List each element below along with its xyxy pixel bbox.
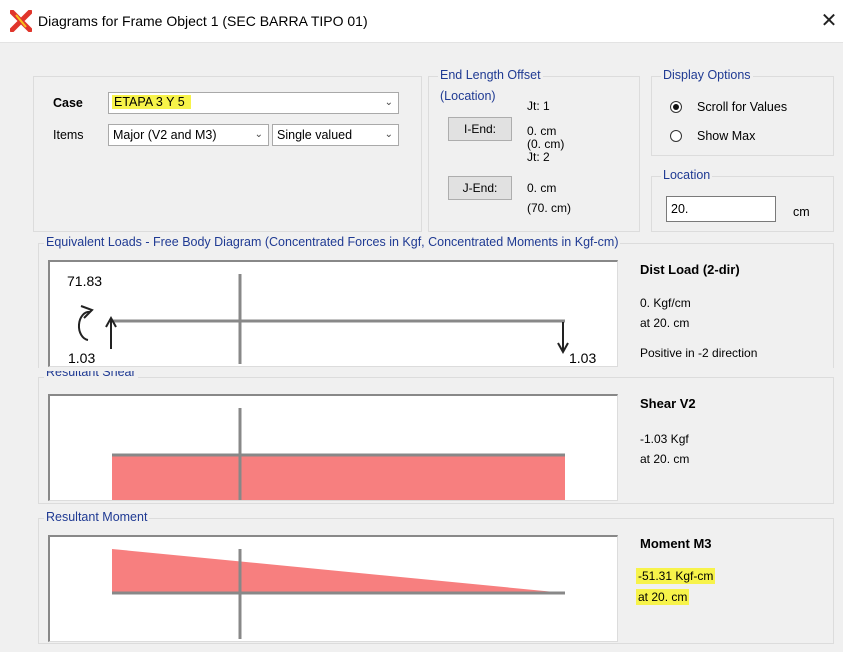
moment-plot [48,535,618,642]
shear-fill-area [112,455,565,500]
moment-title: Resultant Moment [44,510,150,524]
j-end-location: (70. cm) [527,201,572,215]
show-max-label[interactable]: Show Max [697,129,755,143]
display-options-group [651,76,834,156]
fbd-moment-value: 71.83 [67,273,103,289]
shear-info-value: -1.03 Kgf [640,432,689,446]
moment-fill-area [112,549,565,593]
chevron-down-icon: ⌄ [254,129,263,140]
i-end-location: (0. cm) [527,137,565,151]
chevron-down-icon: ⌄ [384,129,393,140]
shear-info-at: at 20. cm [640,452,690,466]
close-button[interactable]: ✕ [818,8,840,33]
valued-dropdown[interactable]: Single valued ⌄ [272,124,399,146]
i-end-value: 0. cm [527,124,557,138]
fbd-info-title: Dist Load (2-dir) [640,262,740,277]
display-options-title: Display Options [661,68,753,82]
fbd-title: Equivalent Loads - Free Body Diagram (Co… [44,235,621,249]
case-value: ETAPA 3 Y 5 [112,95,191,109]
moment-info-title: Moment M3 [640,536,712,551]
i-end-button[interactable]: I-End: [448,117,512,141]
scroll-label[interactable]: Scroll for Values [697,100,787,114]
window-title: Diagrams for Frame Object 1 (SEC BARRA T… [38,13,368,29]
j-end-button[interactable]: J-End: [448,176,512,200]
valued-value: Single valued [277,128,353,142]
shear-plot [48,394,618,501]
fbd-left-force: 1.03 [68,350,96,366]
location-input[interactable]: 20. [666,196,776,222]
jt1-label: Jt: 1 [527,99,550,113]
end-length-offset-subtitle: (Location) [440,89,496,103]
title-bar: Diagrams for Frame Object 1 (SEC BARRA T… [0,0,843,43]
shear-title: Resultant Shear [44,371,138,379]
fbd-plot: 71.83 1.03 1.03 [48,260,618,367]
case-label: Case [53,96,83,110]
fbd-info-value: 0. Kgf/cm [640,296,691,310]
shear-title-clip: Resultant Shear [44,371,154,380]
moment-info-value: -51.31 Kgf-cm [636,568,716,584]
end-length-offset-title: End Length Offset [438,68,543,82]
show-max-radio[interactable] [670,130,682,142]
items-dropdown[interactable]: Major (V2 and M3) ⌄ [108,124,269,146]
location-value: 20. [671,202,689,216]
location-unit: cm [793,205,810,219]
x-logo-icon [10,10,32,32]
scroll-radio[interactable] [670,101,682,113]
location-title: Location [661,168,713,182]
shear-info-title: Shear V2 [640,396,696,411]
items-value: Major (V2 and M3) [113,128,217,142]
moment-info-at: at 20. cm [636,589,690,605]
fbd-info-note: Positive in -2 direction [640,346,758,360]
shear-diagram [112,408,565,500]
fbd-info-at: at 20. cm [640,316,690,330]
j-end-value: 0. cm [527,181,557,195]
items-label: Items [53,128,84,142]
moment-diagram [112,549,565,639]
jt2-label: Jt: 2 [527,150,550,164]
fbd-right-force: 1.03 [569,350,597,366]
chevron-down-icon: ⌄ [384,97,393,108]
case-dropdown[interactable]: ETAPA 3 Y 5 ⌄ [108,92,399,114]
free-body-diagram [77,274,569,364]
